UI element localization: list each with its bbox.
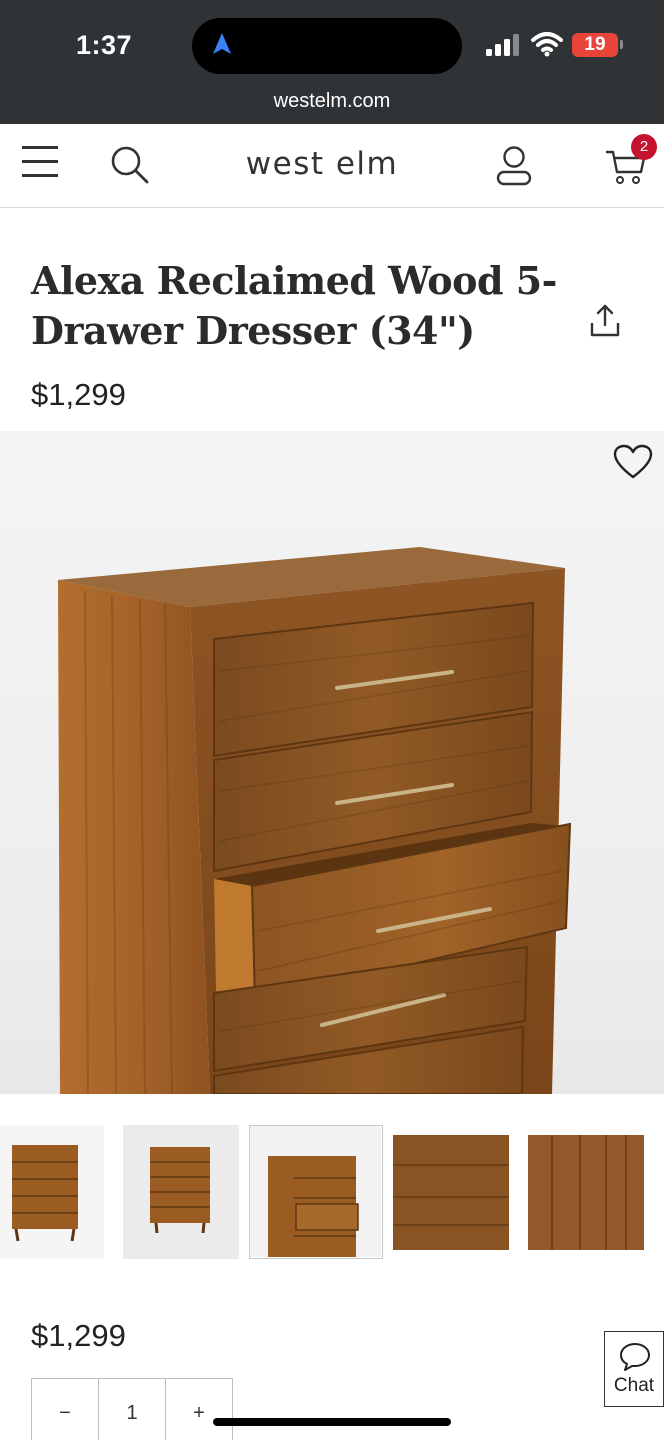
location-arrow-icon [213, 33, 231, 54]
cart-button[interactable]: 2 [604, 134, 657, 188]
cellular-signal-icon [486, 34, 519, 56]
quantity-increment-button[interactable]: + [166, 1379, 232, 1440]
purchase-price: $1,299 [31, 1318, 126, 1353]
clock: 1:37 [76, 30, 133, 60]
dynamic-island [192, 18, 462, 74]
search-icon[interactable] [109, 144, 151, 186]
site-header: west elm 2 [0, 124, 664, 208]
chat-bubble-icon [620, 1343, 650, 1371]
thumbnail-5[interactable] [528, 1125, 644, 1259]
thumbnail-3-selected[interactable] [249, 1125, 383, 1259]
dresser-image [58, 547, 572, 1094]
quantity-stepper: − 1 + [31, 1378, 233, 1440]
address-bar-url[interactable]: westelm.com [0, 90, 664, 113]
quantity-decrement-button[interactable]: − [32, 1379, 99, 1440]
quantity-input[interactable]: 1 [99, 1379, 166, 1440]
battery-indicator: 19 [572, 33, 618, 57]
product-price: $1,299 [31, 377, 126, 412]
account-icon[interactable] [494, 145, 534, 187]
share-icon[interactable] [587, 303, 623, 339]
wifi-icon [531, 32, 563, 57]
product-main-image[interactable] [0, 431, 664, 1094]
chat-button[interactable]: Chat [604, 1331, 664, 1407]
home-indicator[interactable] [213, 1418, 451, 1426]
heart-icon[interactable] [613, 444, 653, 480]
brand-logo[interactable]: west elm [222, 146, 422, 182]
menu-icon[interactable] [22, 146, 58, 178]
chat-label: Chat [613, 1375, 655, 1396]
status-bar: 1:37 19 westelm.com [0, 0, 664, 124]
thumbnail-4[interactable] [393, 1125, 509, 1259]
thumbnail-1[interactable] [0, 1125, 104, 1259]
battery-tip [620, 40, 623, 49]
cart-count-badge: 2 [631, 134, 657, 160]
thumbnail-strip [0, 1125, 664, 1265]
thumbnail-2[interactable] [123, 1125, 239, 1259]
product-title: Alexa Reclaimed Wood 5-Drawer Dresser (3… [31, 258, 557, 353]
